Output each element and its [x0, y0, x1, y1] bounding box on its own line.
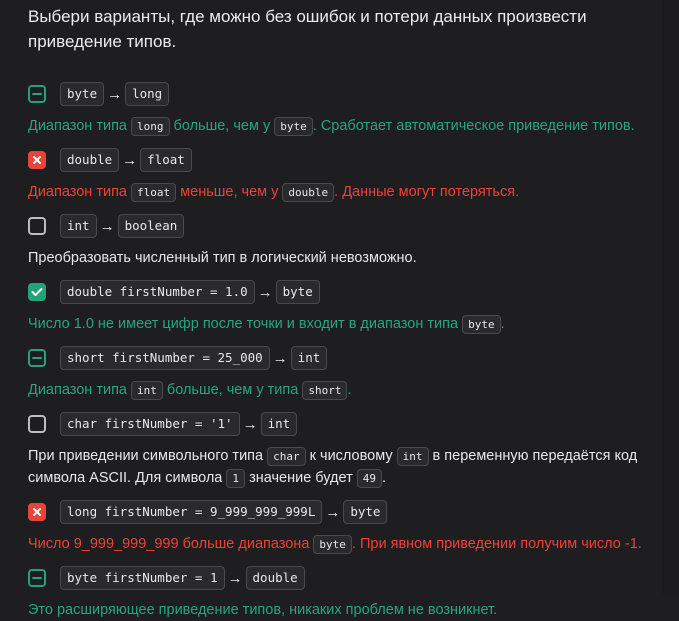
- source-type-code: double firstNumber = 1.0: [60, 280, 255, 304]
- inline-code: int: [131, 381, 163, 400]
- explanation-8: Это расширяющее приведение типов, никаки…: [28, 602, 498, 618]
- target-type-code: long: [125, 82, 170, 106]
- scrollbar-track[interactable]: [662, 0, 679, 594]
- explanation-text: Диапазон типа: [28, 184, 127, 200]
- explanation-text: Число 1.0 не имеет цифр после точки и вх…: [28, 316, 459, 332]
- answer-option-8[interactable]: byte firstNumber = 1 → double: [28, 565, 662, 591]
- explanation-text: . Данные могут потеряться.: [334, 184, 520, 200]
- explanation-7: Число 9_999_999_999 больше диапазона byt…: [28, 533, 662, 555]
- explanation-3: Преобразовать численный тип в логический…: [28, 250, 417, 266]
- inline-code: float: [131, 183, 177, 202]
- explanation-4: Число 1.0 не имеет цифр после точки и вх…: [28, 313, 662, 335]
- explanation-2: Диапазон типа float меньше, чем у double…: [28, 181, 662, 203]
- target-type-code: double: [245, 566, 305, 590]
- arrow-icon: →: [227, 569, 243, 587]
- explanation-text: . При явном приведении получим число -1.: [351, 536, 642, 552]
- target-type-code: byte: [275, 280, 320, 304]
- arrow-icon: →: [325, 503, 341, 521]
- source-type-code: short firstNumber = 25_000: [60, 346, 270, 370]
- inline-code: double: [282, 183, 335, 202]
- answer-option-7[interactable]: long firstNumber = 9_999_999_999L → byte: [28, 499, 662, 525]
- explanation-text: Диапазон типа: [28, 382, 127, 398]
- source-type-code: char firstNumber = '1': [60, 412, 240, 436]
- explanation-text: .: [347, 382, 352, 398]
- explanation-5: Диапазон типа int больше, чем у типа sho…: [28, 379, 662, 401]
- arrow-icon: →: [272, 349, 288, 367]
- answer-option-4[interactable]: double firstNumber = 1.0 → byte: [28, 279, 662, 305]
- cross-icon[interactable]: [28, 151, 46, 169]
- explanation-text: к числовому: [309, 448, 393, 464]
- explanation-text: При приведении символьного типа: [28, 448, 264, 464]
- inline-code: byte: [313, 535, 352, 554]
- explanation-text: .: [382, 470, 387, 486]
- explanation-text: Диапазон типа: [28, 118, 127, 134]
- target-type-code: boolean: [117, 214, 185, 238]
- inline-code: int: [396, 447, 429, 466]
- explanation-text: .: [500, 316, 505, 332]
- explanation-text: больше, чем у: [173, 118, 271, 134]
- arrow-icon: →: [122, 151, 138, 169]
- arrow-icon: →: [242, 415, 258, 433]
- inline-code: char: [267, 447, 306, 466]
- answer-option-5[interactable]: short firstNumber = 25_000 → int: [28, 345, 662, 371]
- inline-code: byte: [274, 117, 313, 136]
- checkbox-dash-icon[interactable]: [28, 569, 46, 587]
- source-type-code: byte firstNumber = 1: [60, 566, 225, 590]
- quiz-page: Выбери варианты, где можно без ошибок и …: [0, 0, 662, 618]
- arrow-icon: →: [257, 283, 273, 301]
- inline-code: 1: [226, 469, 246, 488]
- target-type-code: int: [290, 346, 328, 370]
- explanation-text: значение будет: [249, 470, 353, 486]
- arrow-icon: →: [107, 85, 123, 103]
- inline-code: byte: [462, 315, 501, 334]
- inline-code: long: [131, 117, 170, 136]
- source-type-code: int: [60, 214, 97, 238]
- arrow-icon: →: [99, 217, 115, 235]
- answer-option-1[interactable]: byte → long: [28, 81, 662, 107]
- checkbox-empty-icon[interactable]: [28, 217, 46, 235]
- source-type-code: byte: [60, 82, 105, 106]
- checkbox-dash-icon[interactable]: [28, 349, 46, 367]
- question-text: Выбери варианты, где можно без ошибок и …: [28, 7, 587, 51]
- checkbox-dash-icon[interactable]: [28, 85, 46, 103]
- answer-option-3[interactable]: int → boolean: [28, 213, 662, 239]
- explanation-6: При приведении символьного типа char к ч…: [28, 445, 662, 489]
- inline-code: short: [302, 381, 348, 400]
- target-type-code: int: [260, 412, 298, 436]
- checkbox-empty-icon[interactable]: [28, 415, 46, 433]
- explanation-text: меньше, чем у: [180, 184, 279, 200]
- checkmark-icon[interactable]: [28, 283, 46, 301]
- target-type-code: float: [140, 148, 192, 172]
- explanation-text: . Сработает автоматическое приведение ти…: [312, 118, 635, 134]
- explanation-text: больше, чем у типа: [166, 382, 299, 398]
- target-type-code: byte: [343, 500, 388, 524]
- explanation-text: Число 9_999_999_999 больше диапазона: [28, 536, 310, 552]
- answer-option-2[interactable]: double → float: [28, 147, 662, 173]
- explanation-1: Диапазон типа long больше, чем у byte. С…: [28, 115, 662, 137]
- source-type-code: double: [60, 148, 120, 172]
- inline-code: 49: [356, 469, 383, 488]
- answer-option-6[interactable]: char firstNumber = '1' → int: [28, 411, 662, 437]
- source-type-code: long firstNumber = 9_999_999_999L: [60, 500, 323, 524]
- cross-icon[interactable]: [28, 503, 46, 521]
